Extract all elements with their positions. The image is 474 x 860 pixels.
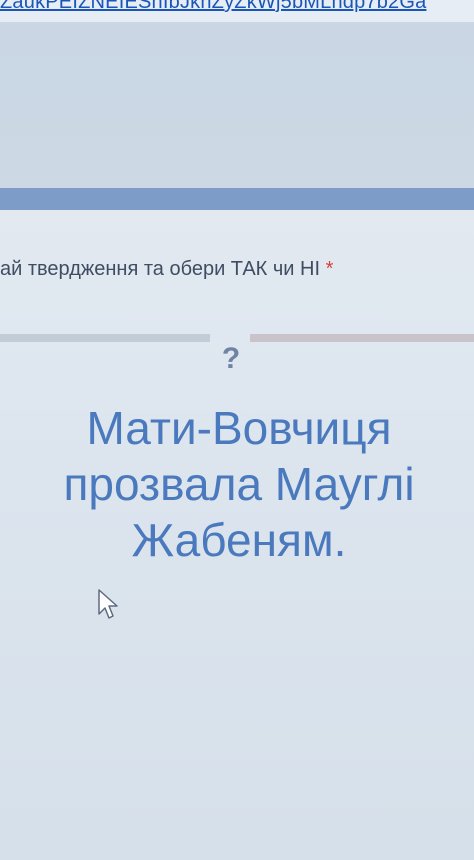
url-bar[interactable]: ZaukPEIZNEIEShIbJkhZyZkWj5bMLhdp7b2Ga <box>0 0 474 22</box>
url-text[interactable]: ZaukPEIZNEIEShIbJkhZyZkWj5bMLhdp7b2Ga <box>0 0 426 14</box>
question-mark: ? <box>221 342 241 375</box>
form-header-bar <box>0 188 474 210</box>
image-top-border-left <box>0 334 210 342</box>
statement-line-1: Мати-Вовчиця <box>86 402 392 454</box>
required-marker: * <box>325 258 334 280</box>
question-prompt-text: ай твердження та обери ТАК чи НІ <box>0 258 321 280</box>
statement-text: Мати-Вовчиця прозвала Мауглі Жабеням. <box>2 400 474 568</box>
statement-line-3: Жабеням. <box>131 514 347 566</box>
question-prompt: ай твердження та обери ТАК чи НІ * <box>0 258 333 281</box>
statement-line-2: прозвала Мауглі <box>63 458 415 510</box>
image-top-border-right <box>250 334 474 342</box>
mouse-pointer-icon <box>97 588 119 620</box>
